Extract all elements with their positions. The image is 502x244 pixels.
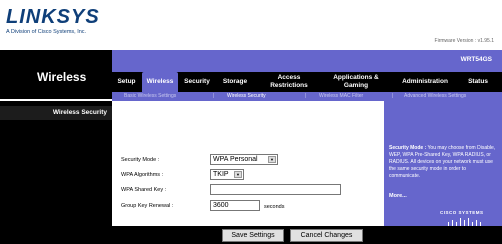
chevron-down-icon: ▼ — [268, 156, 276, 163]
more-link[interactable]: More... — [389, 193, 407, 199]
tab-setup[interactable]: Setup — [113, 72, 140, 92]
model-stripe — [112, 50, 502, 72]
wpa-shared-key-input[interactable] — [210, 184, 341, 195]
tab-administration[interactable]: Administration — [392, 72, 458, 92]
security-mode-label: Security Mode : — [121, 157, 160, 163]
group-key-renewal-input[interactable]: 3600 — [210, 200, 260, 211]
subtab-advanced-wireless[interactable]: Advanced Wireless Settings — [404, 92, 466, 101]
firmware-version: Firmware Version : v1.95.1 — [434, 38, 494, 44]
subtab-separator: | — [305, 93, 307, 99]
linksys-logo: LINKSYS — [6, 6, 100, 28]
model-name: WRT54GS — [460, 56, 492, 63]
tab-security[interactable]: Security — [180, 72, 214, 92]
tab-access-restrictions[interactable]: Access Restrictions — [258, 72, 320, 92]
tab-applications-gaming[interactable]: Applications & Gaming — [326, 72, 386, 92]
logo-tagline: A Division of Cisco Systems, Inc. — [6, 29, 87, 35]
subtab-separator: | — [213, 93, 215, 99]
left-column — [0, 101, 112, 234]
cancel-changes-button[interactable]: Cancel Changes — [290, 229, 363, 242]
subtab-basic-wireless[interactable]: Basic Wireless Settings — [124, 92, 176, 101]
wpa-algorithms-value: TKIP — [213, 171, 229, 178]
chevron-down-icon: ▼ — [234, 171, 242, 178]
tab-wireless[interactable]: Wireless — [142, 72, 178, 92]
save-settings-button[interactable]: Save Settings — [222, 229, 284, 242]
form-area — [112, 101, 384, 234]
help-text: Security Mode : You may choose from Disa… — [389, 145, 497, 180]
tab-status[interactable]: Status — [462, 72, 494, 92]
subtab-mac-filter[interactable]: Wireless MAC Filter — [319, 92, 363, 101]
security-mode-value: WPA Personal — [213, 156, 258, 163]
subtab-separator: | — [392, 93, 394, 99]
group-key-renewal-label: Group Key Renewal : — [121, 203, 174, 209]
wpa-algorithms-select[interactable]: TKIP ▼ — [210, 169, 244, 180]
cisco-bars-icon — [448, 218, 481, 226]
page-title: Wireless — [0, 50, 112, 99]
security-mode-select[interactable]: WPA Personal ▼ — [210, 154, 278, 165]
wpa-shared-key-label: WPA Shared Key : — [121, 187, 167, 193]
cisco-logo: CISCO SYSTEMS — [440, 210, 484, 215]
renewal-unit: seconds — [264, 204, 285, 210]
tab-storage[interactable]: Storage — [216, 72, 254, 92]
sub-nav: Basic Wireless Settings | Wireless Secur… — [112, 92, 502, 101]
subtab-wireless-security[interactable]: Wireless Security — [227, 92, 266, 101]
wpa-algorithms-label: WPA Algorithms : — [121, 172, 164, 178]
help-title: Security Mode : — [389, 145, 427, 151]
section-heading: Wireless Security — [0, 106, 112, 120]
